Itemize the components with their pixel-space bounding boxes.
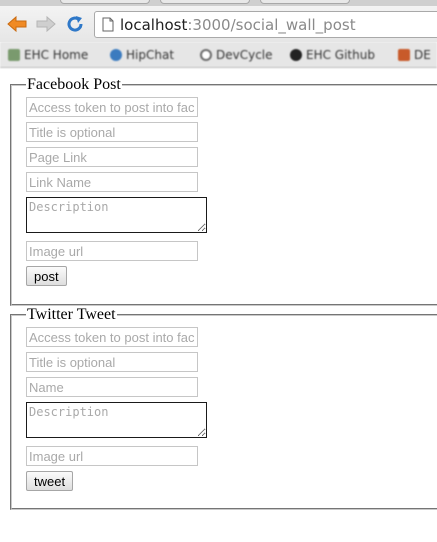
url-path: :3000/social_wall_post: [187, 15, 356, 34]
bookmark-item[interactable]: HipChat: [110, 48, 174, 62]
twitter-access-token-input[interactable]: [26, 327, 198, 347]
facebook-link-name-input[interactable]: [26, 172, 198, 192]
bookmark-icon: [110, 49, 122, 61]
facebook-post-legend: Facebook Post: [27, 76, 121, 93]
page-icon: [102, 17, 114, 32]
bookmark-label: EHC Github: [306, 48, 375, 62]
bookmarks-bar: EHC Home HipChat DevCycle EHC Github DE: [0, 42, 437, 68]
bookmark-label: DE: [414, 48, 431, 62]
twitter-image-url-input[interactable]: [26, 446, 198, 466]
url-host: localhost: [120, 15, 188, 34]
address-bar[interactable]: localhost:3000/social_wall_post: [94, 11, 437, 38]
twitter-tweet-fieldset: Twitter Tweet tweet: [10, 306, 437, 510]
twitter-title-input[interactable]: [26, 352, 198, 372]
bookmark-label: DevCycle: [216, 48, 273, 62]
browser-tab[interactable]: [260, 0, 350, 4]
bookmark-icon: [8, 49, 20, 61]
twitter-name-input[interactable]: [26, 377, 198, 397]
browser-toolbar: localhost:3000/social_wall_post: [0, 6, 437, 42]
facebook-page-link-input[interactable]: [26, 147, 198, 167]
github-icon: [290, 49, 302, 61]
facebook-title-input[interactable]: [26, 122, 198, 142]
bookmark-label: HipChat: [126, 48, 175, 62]
facebook-access-token-input[interactable]: [26, 97, 198, 117]
bookmark-label: EHC Home: [24, 48, 89, 62]
bookmark-icon: [200, 49, 212, 61]
bookmark-icon: [398, 49, 410, 61]
back-arrow-icon: [7, 15, 27, 33]
facebook-post-button[interactable]: post: [26, 266, 67, 286]
browser-tab[interactable]: [160, 0, 250, 4]
back-button[interactable]: [6, 13, 28, 35]
facebook-post-fieldset: Facebook Post post: [10, 76, 437, 306]
bookmark-item[interactable]: DE: [398, 48, 431, 62]
reload-button[interactable]: [64, 13, 86, 35]
reload-icon: [67, 16, 83, 32]
forward-button[interactable]: [35, 13, 57, 35]
twitter-description-textarea[interactable]: [26, 402, 207, 438]
bookmark-item[interactable]: EHC Github: [290, 48, 375, 62]
browser-tab[interactable]: [60, 0, 150, 4]
twitter-tweet-button[interactable]: tweet: [26, 471, 74, 491]
twitter-tweet-legend: Twitter Tweet: [27, 306, 116, 323]
forward-arrow-icon: [36, 15, 56, 33]
facebook-description-textarea[interactable]: [26, 197, 207, 233]
bookmark-item[interactable]: EHC Home: [8, 48, 88, 62]
bookmark-item[interactable]: DevCycle: [200, 48, 273, 62]
facebook-image-url-input[interactable]: [26, 241, 198, 261]
